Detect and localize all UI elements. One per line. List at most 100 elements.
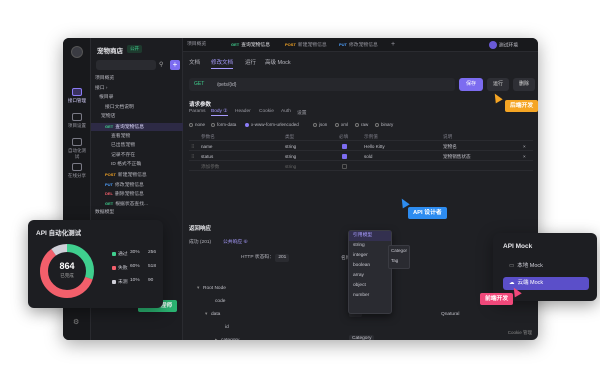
env-selector[interactable]: 测试环境 [488, 41, 518, 49]
resp-tab-success[interactable]: 成功 (201) [189, 238, 211, 245]
monitor-icon: ▭ [509, 263, 515, 269]
rail-label: 接口管理 [68, 98, 86, 103]
radio-binary[interactable]: binary [375, 122, 393, 127]
dropdown-option[interactable]: string [349, 241, 391, 251]
required-checkbox[interactable] [342, 164, 347, 170]
remove-icon[interactable]: × [523, 152, 526, 161]
tab-overview[interactable]: 项目概览 [187, 38, 206, 52]
tree-item[interactable]: 记录不存在 [91, 152, 183, 160]
dropdown-ref-model[interactable]: 引用模型 [349, 231, 391, 241]
dropdown-option[interactable]: object [349, 281, 391, 291]
subtab-doc[interactable]: 文档 [189, 58, 200, 66]
project-title: 宠物商店 [97, 48, 123, 55]
tree-item[interactable]: 接口文档说明 [91, 104, 183, 112]
param-row[interactable]: ⠿ name string Hello Kitty 宠物名 × [189, 142, 533, 151]
params-header: 参数名 类型 必填 示例值 说明 [189, 132, 533, 141]
ptab-cookie[interactable]: Cookie [259, 109, 274, 114]
rail-item-share[interactable]: 在线分享 [67, 163, 87, 179]
resp-tab-common[interactable]: 公共响应 ⑥ [223, 238, 248, 245]
stat-untested: 未测 10% 90 [112, 278, 153, 285]
rail-label: 自动化测试 [68, 148, 86, 159]
tree-item[interactable]: 查看宠物 [91, 133, 183, 141]
tree-item[interactable]: 项目概览 [91, 75, 183, 83]
required-checkbox[interactable] [342, 154, 347, 160]
subtab-mock[interactable]: 高级 Mock [265, 58, 291, 66]
radio-urlencoded[interactable]: x-www-form-urlencoded [245, 122, 299, 127]
tree-search-input[interactable] [96, 60, 156, 70]
delete-button[interactable]: 删除 [513, 78, 535, 91]
radio-raw[interactable]: raw [355, 122, 368, 127]
tab-put-pet[interactable]: PUT 修改宠物信息 [339, 38, 378, 52]
subtab-run[interactable]: 运行 [245, 58, 256, 66]
subtab-edit[interactable]: 修改文档 [211, 58, 234, 69]
type-dropdown: 引用模型 string integer boolean array object… [348, 230, 392, 314]
tab-post-pet[interactable]: POST 新建宠物信息 [285, 38, 327, 52]
role-tag-backend: 后端开发 [505, 100, 539, 112]
save-button[interactable]: 保存 [459, 78, 483, 91]
param-row-add[interactable]: 添加参数 string [189, 162, 533, 171]
ptab-body[interactable]: Body ① [211, 109, 228, 116]
http-status: HTTP 状态码： 201 [241, 253, 290, 262]
share-icon [72, 163, 82, 171]
mock-option-local[interactable]: ▭ 本地 Mock [503, 260, 589, 273]
ptab-params[interactable]: Params [189, 109, 206, 114]
rail-item-autotest[interactable]: 自动化测试 [67, 138, 87, 160]
ptab-auth[interactable]: Auth [281, 109, 291, 114]
dropdown-option[interactable]: Categor [389, 246, 409, 256]
tree-item[interactable]: 接口 › [91, 85, 183, 93]
new-tab-button[interactable]: + [391, 38, 395, 52]
cookie-manager-link[interactable]: Cookie 管理 [508, 330, 532, 336]
tree-item[interactable]: ID 格式不正确 [91, 161, 183, 169]
dropdown-option[interactable]: number [349, 291, 391, 301]
role-tag-frontend: 前端开发 [480, 293, 514, 305]
response-title: 返回响应 [189, 226, 212, 232]
api-icon [72, 88, 82, 96]
url-bar[interactable]: GET /pets/{id} [189, 78, 455, 91]
add-button[interactable]: + [170, 60, 180, 70]
tree-item[interactable]: DEL 删除宠物信息 [91, 190, 183, 198]
stat-pass: 通过 30% 256 [112, 250, 156, 257]
filter-icon[interactable]: ⚲ [159, 61, 167, 69]
remove-icon[interactable]: × [523, 142, 526, 151]
stat-fail: 失败 60% 518 [112, 264, 156, 271]
gear-icon[interactable]: ⚙ [73, 318, 79, 326]
test-icon [72, 138, 82, 146]
autotest-title: API 自动化测试 [36, 230, 82, 237]
ptab-settings[interactable]: 设置 [297, 109, 307, 116]
method-select[interactable]: GET [194, 81, 204, 87]
rail-item-settings[interactable]: 项目设置 [67, 113, 87, 129]
total-label: 已完成 [60, 273, 74, 278]
radio-form-data[interactable]: form-data [211, 122, 236, 127]
tree-item[interactable]: 数据模型 [91, 209, 183, 217]
run-button[interactable]: 运行 [487, 78, 509, 91]
http-status-input[interactable]: 201 [275, 254, 290, 262]
role-tag-designer: API 设计者 [408, 207, 447, 219]
dropdown-option[interactable]: array [349, 271, 391, 281]
avatar[interactable] [71, 46, 83, 58]
ptab-header[interactable]: Header [235, 109, 251, 114]
dropdown-option[interactable]: boolean [349, 261, 391, 271]
rail-item-api[interactable]: 接口管理 [67, 88, 87, 104]
tree-item[interactable]: GET 根据状态查找... [91, 200, 183, 208]
schema-row[interactable]: ▸categoryCategory [189, 335, 533, 340]
total-count: 864 [59, 261, 75, 271]
tree-item[interactable]: 宠物店 [91, 113, 183, 121]
radio-json[interactable]: json [313, 122, 327, 127]
param-row[interactable]: ⠿ status string sold 宠物销售状态 × [189, 152, 533, 161]
tab-get-pet[interactable]: GET 查询宠物信息 [231, 38, 270, 52]
radio-xml[interactable]: xml [335, 122, 348, 127]
schema-row[interactable]: id [189, 322, 533, 333]
url-input[interactable]: /pets/{id} [217, 82, 236, 88]
tree-item[interactable]: PUT 修改宠物信息 [91, 181, 183, 189]
radio-none[interactable]: none [189, 122, 205, 127]
tree-item[interactable]: 根目录 [91, 94, 183, 102]
tree-item[interactable]: POST 新建宠物信息 [91, 171, 183, 179]
rail-label: 在线分享 [68, 173, 86, 178]
required-checkbox[interactable] [342, 144, 347, 150]
tree-item[interactable]: GET 查询宠物信息 [91, 123, 183, 131]
dropdown-option[interactable]: Tag [389, 256, 409, 266]
tree-item[interactable]: 已出售宠物 [91, 142, 183, 150]
dropdown-option[interactable]: integer [349, 251, 391, 261]
rail-label: 项目设置 [68, 123, 86, 128]
model-dropdown: Categor Tag [388, 245, 410, 269]
